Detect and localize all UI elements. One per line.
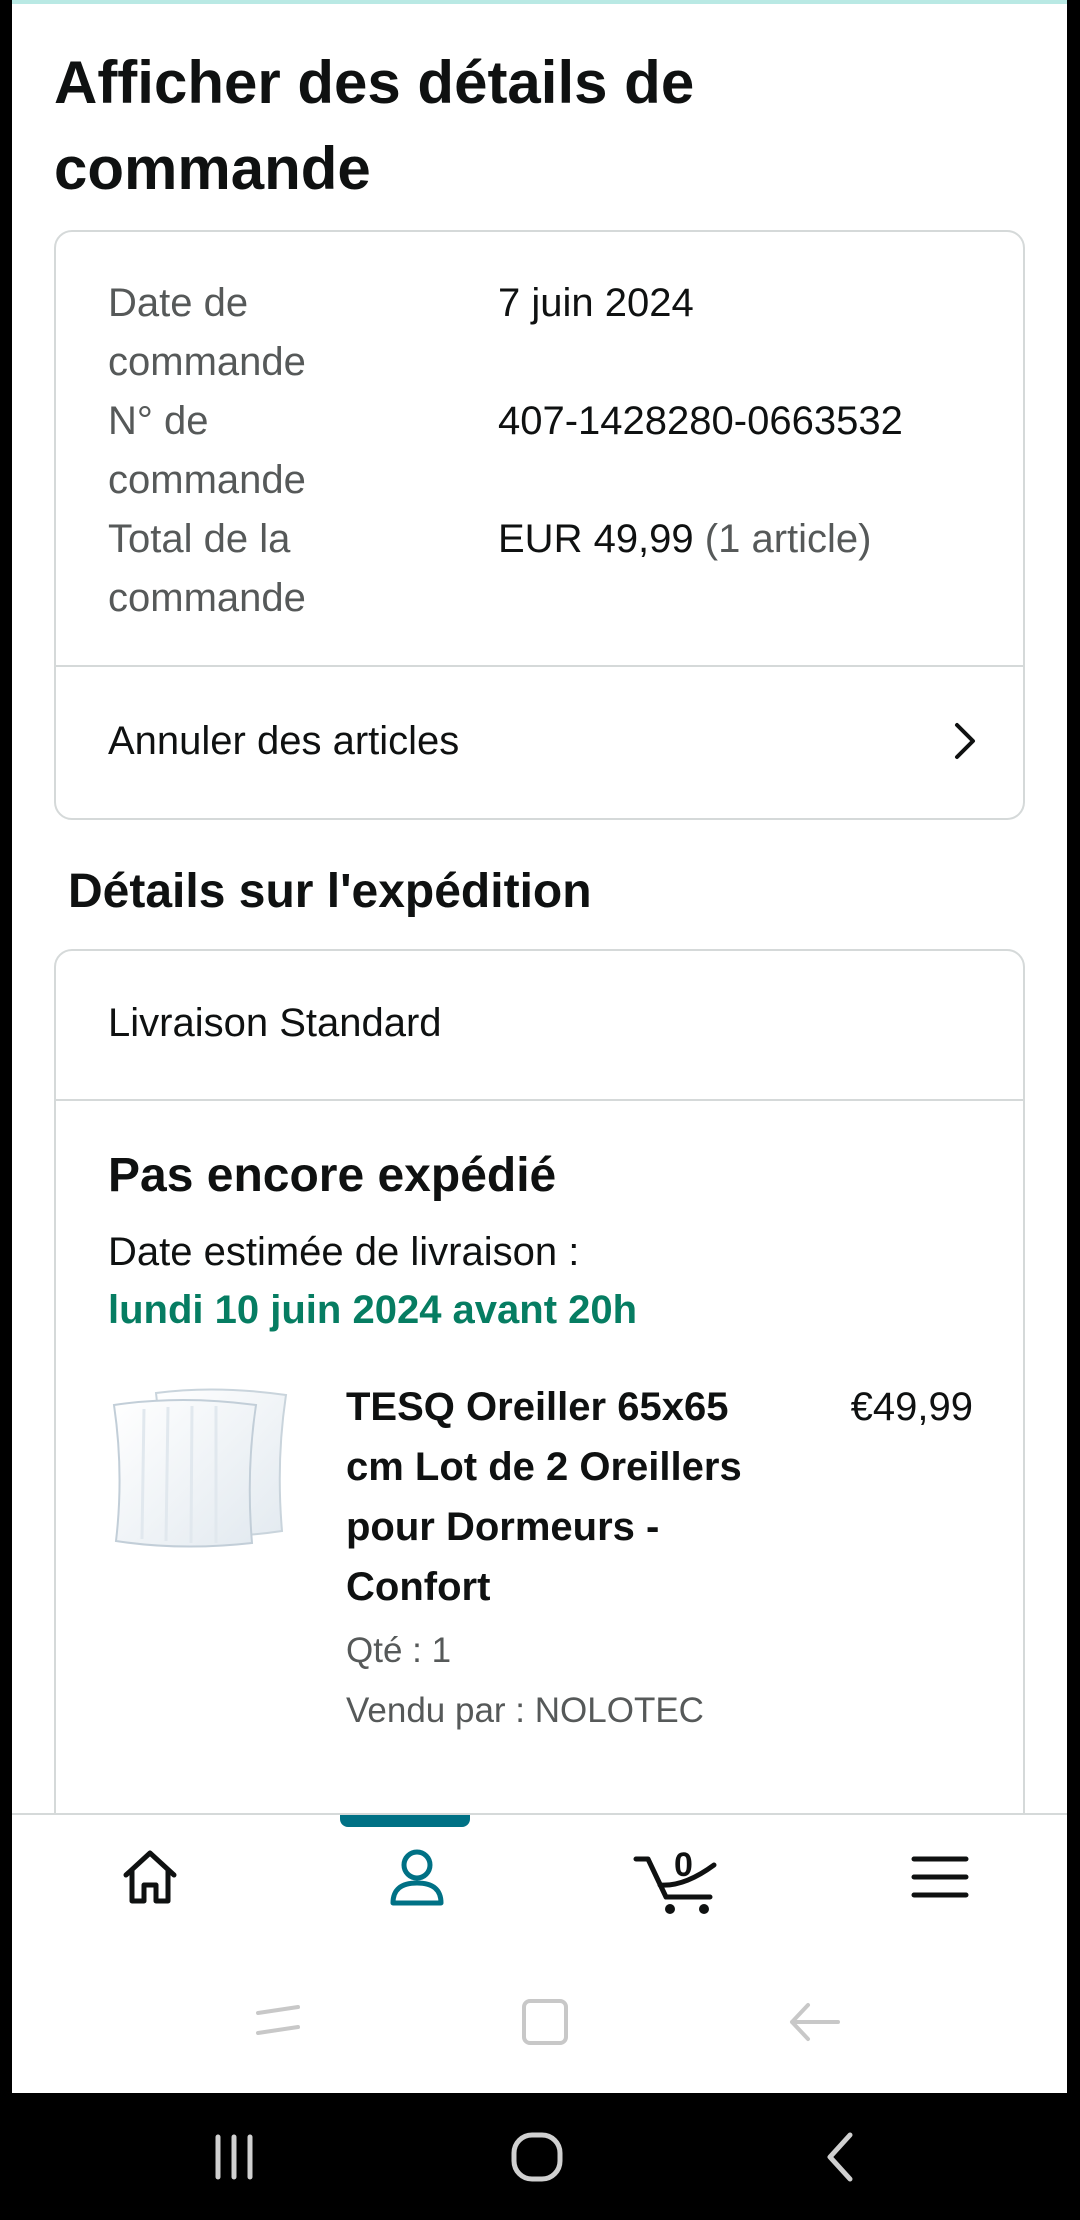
android-home-icon[interactable] (508, 2129, 568, 2185)
nav-account[interactable] (367, 1845, 467, 1925)
home-square-icon[interactable] (518, 1995, 572, 2049)
active-tab-indicator (340, 1815, 470, 1827)
card-divider (56, 1099, 1023, 1101)
android-nav-bar (0, 2093, 1080, 2220)
order-number-text: 407-1428280-0663532 (498, 399, 903, 443)
shipping-section-title: Détails sur l'expédition (68, 865, 592, 918)
nav-home[interactable] (100, 1845, 200, 1925)
menu-icon (911, 1856, 969, 1898)
order-number-value: 407-1428280-0663532 (498, 392, 1018, 451)
page-title: Afficher des détails de commande (54, 49, 695, 202)
product-title[interactable]: TESQ Oreiller 65x65 cm Lot de 2 Oreiller… (346, 1377, 786, 1617)
product-seller: Vendu par : NOLOTEC (346, 1691, 704, 1730)
nav-menu[interactable] (890, 1845, 990, 1925)
nav-cart[interactable]: 0 (632, 1845, 732, 1925)
order-date-text: 7 juin 2024 (498, 281, 694, 325)
recent-apps-icon[interactable] (210, 2129, 260, 2185)
shipment-status: Pas encore expédié (108, 1149, 557, 1202)
order-info: Date de commande 7 juin 2024 N° de comma… (56, 232, 1023, 667)
chevron-right-icon (955, 723, 975, 759)
app-screen: Afficher des détails de commande Date de… (12, 0, 1067, 2093)
cancel-items-button[interactable]: Annuler des articles (56, 667, 1023, 818)
order-summary-card: Date de commande 7 juin 2024 N° de comma… (54, 230, 1025, 820)
estimated-delivery-date: lundi 10 juin 2024 avant 20h (108, 1288, 638, 1332)
order-total-value: EUR 49,99 (1 article) (498, 510, 1018, 569)
delivery-type: Livraison Standard (108, 1001, 442, 1045)
order-date-value: 7 juin 2024 (498, 274, 1018, 333)
android-back-icon[interactable] (820, 2129, 860, 2185)
cart-count-badge: 0 (674, 1846, 693, 1884)
top-accent-bar (12, 0, 1067, 4)
account-icon (390, 1849, 444, 1906)
pillow-image[interactable] (106, 1381, 296, 1551)
inner-system-nav (12, 1955, 1067, 2093)
order-date-label: Date de commande (108, 281, 306, 384)
product-quantity: Qté : 1 (346, 1631, 452, 1670)
order-number-label: N° de commande (108, 399, 306, 502)
back-arrow-icon[interactable] (784, 1995, 844, 2049)
order-item-count: (1 article) (704, 517, 872, 561)
order-total-amount: EUR 49,99 (498, 517, 694, 561)
cancel-items-label: Annuler des articles (108, 719, 460, 763)
product-price: €49,99 (850, 1385, 973, 1429)
home-icon (123, 1850, 177, 1904)
bottom-nav: 0 (12, 1813, 1067, 1957)
order-total-label: Total de la commande (108, 517, 306, 620)
recents-gesture-icon[interactable] (248, 1995, 308, 2045)
estimated-delivery-label: Date estimée de livraison : (108, 1230, 580, 1274)
